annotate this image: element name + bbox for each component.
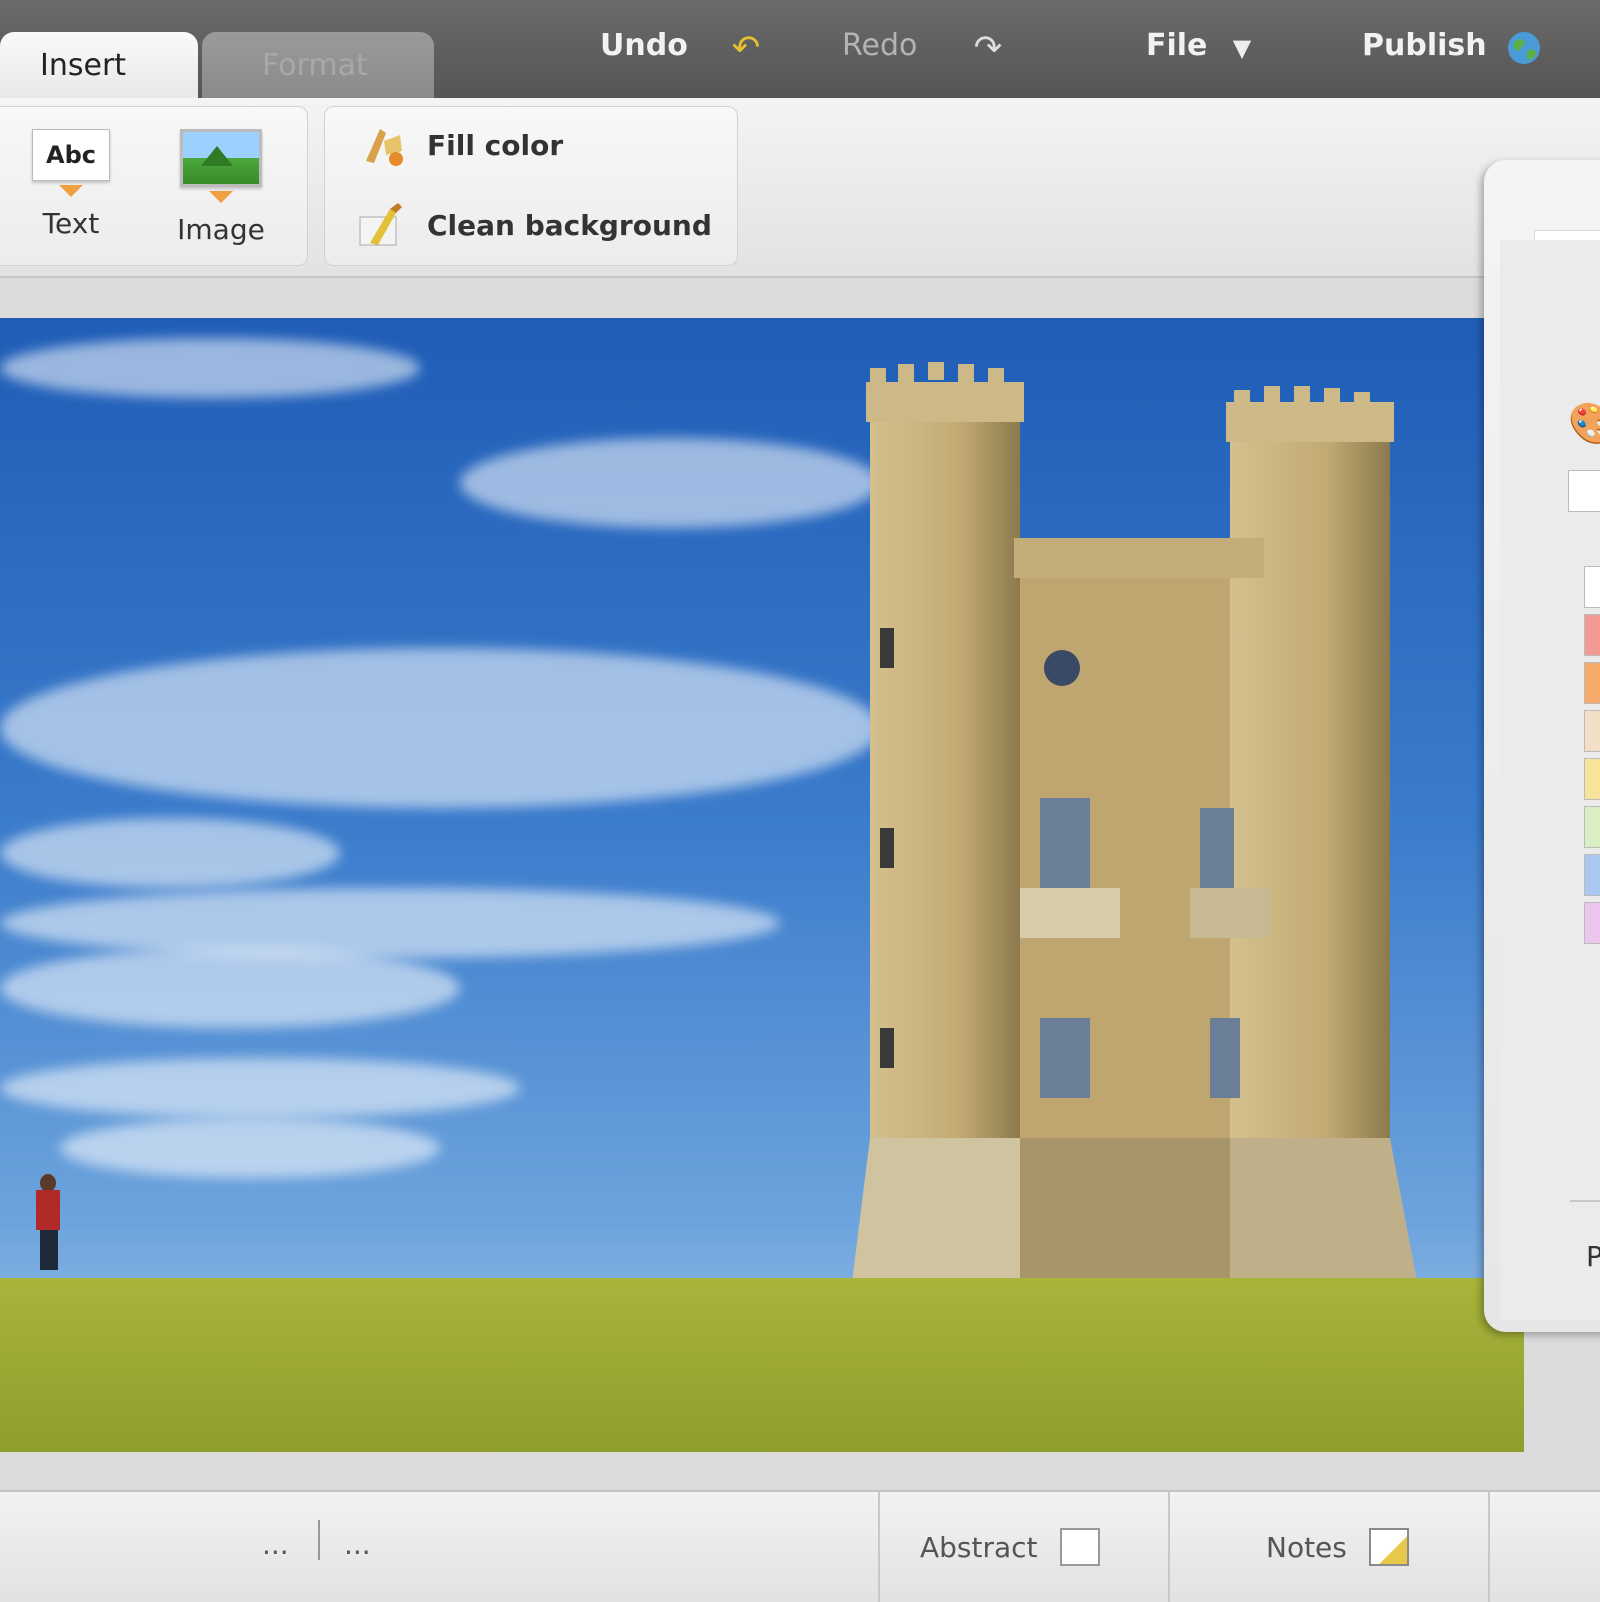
swatch-orange[interactable] xyxy=(1584,662,1600,704)
image-icon xyxy=(180,129,262,187)
fill-color-icon: 🎨 xyxy=(1568,401,1600,447)
text-abc-icon: Abc xyxy=(32,129,110,181)
notes-icon xyxy=(1368,1528,1409,1566)
insert-text-button[interactable]: Abc Text xyxy=(21,129,121,240)
insert-group: Abc Text Image xyxy=(0,106,308,266)
status-bar: ... ... Abstract Notes xyxy=(0,1490,1600,1602)
fill-color-button[interactable]: Fill color xyxy=(355,121,563,169)
abstract-button[interactable]: Abstract xyxy=(920,1528,1100,1566)
person-legs xyxy=(40,1230,58,1270)
ribbon: Abc Text Image Fill color Clean backgrou… xyxy=(0,98,1600,278)
top-toolbar: Insert Format Undo ↶ Redo ↷ File ▼ Publi… xyxy=(0,0,1600,98)
background-group: Fill color Clean background xyxy=(324,106,738,266)
fill-color-icon xyxy=(355,121,409,169)
redo-icon[interactable]: ↷ xyxy=(968,28,1008,68)
swatch-white[interactable] xyxy=(1584,566,1600,608)
abstract-label: Abstract xyxy=(920,1530,1038,1564)
abstract-icon xyxy=(1059,1528,1100,1566)
notes-label: Notes xyxy=(1266,1530,1347,1564)
tab-insert[interactable]: Insert xyxy=(0,32,198,98)
notes-button[interactable]: Notes xyxy=(1266,1528,1409,1566)
color-preview[interactable] xyxy=(1568,470,1600,512)
swatch-beige[interactable] xyxy=(1584,710,1600,752)
page-nav-prev[interactable]: ... xyxy=(262,1528,289,1561)
slide-image[interactable] xyxy=(0,318,1524,1452)
chevron-down-icon[interactable]: ▼ xyxy=(1222,28,1262,68)
swatch-red[interactable] xyxy=(1584,614,1600,656)
tab-format-label: Format xyxy=(262,47,368,83)
arrow-down-icon xyxy=(209,191,233,203)
person-body xyxy=(36,1190,60,1230)
clean-background-icon xyxy=(355,201,409,249)
swatch-yellow[interactable] xyxy=(1584,758,1600,800)
insert-image-label: Image xyxy=(177,213,265,246)
arrow-down-icon xyxy=(59,185,83,197)
page-nav-separator xyxy=(318,1520,320,1560)
panel-divider xyxy=(1570,1200,1600,1202)
insert-image-button[interactable]: Image xyxy=(161,129,281,246)
publish-button[interactable]: Publish xyxy=(1362,28,1487,63)
undo-icon[interactable]: ↶ xyxy=(726,28,766,68)
panel-partial-label: P xyxy=(1586,1240,1600,1273)
undo-button[interactable]: Undo xyxy=(600,28,688,63)
redo-button[interactable]: Redo xyxy=(842,28,917,63)
divider xyxy=(1488,1492,1490,1602)
swatch-green[interactable] xyxy=(1584,806,1600,848)
grass-field xyxy=(0,1278,1524,1452)
swatch-blue[interactable] xyxy=(1584,854,1600,896)
file-menu-button[interactable]: File xyxy=(1146,28,1207,63)
swatch-pink[interactable] xyxy=(1584,902,1600,944)
divider xyxy=(1168,1492,1170,1602)
page-nav-next[interactable]: ... xyxy=(344,1528,371,1561)
divider xyxy=(878,1492,880,1602)
tab-insert-label: Insert xyxy=(40,47,127,83)
clean-background-button[interactable]: Clean background xyxy=(355,201,712,249)
globe-icon[interactable] xyxy=(1504,28,1544,68)
clean-background-label: Clean background xyxy=(427,208,712,242)
fill-color-label: Fill color xyxy=(427,128,564,162)
fill-color-panel: 🎨 P xyxy=(1484,160,1600,1332)
insert-text-label: Text xyxy=(42,207,100,240)
tower xyxy=(850,362,1420,1298)
panel-body: 🎨 P xyxy=(1500,240,1600,1320)
tab-format[interactable]: Format xyxy=(202,32,434,98)
